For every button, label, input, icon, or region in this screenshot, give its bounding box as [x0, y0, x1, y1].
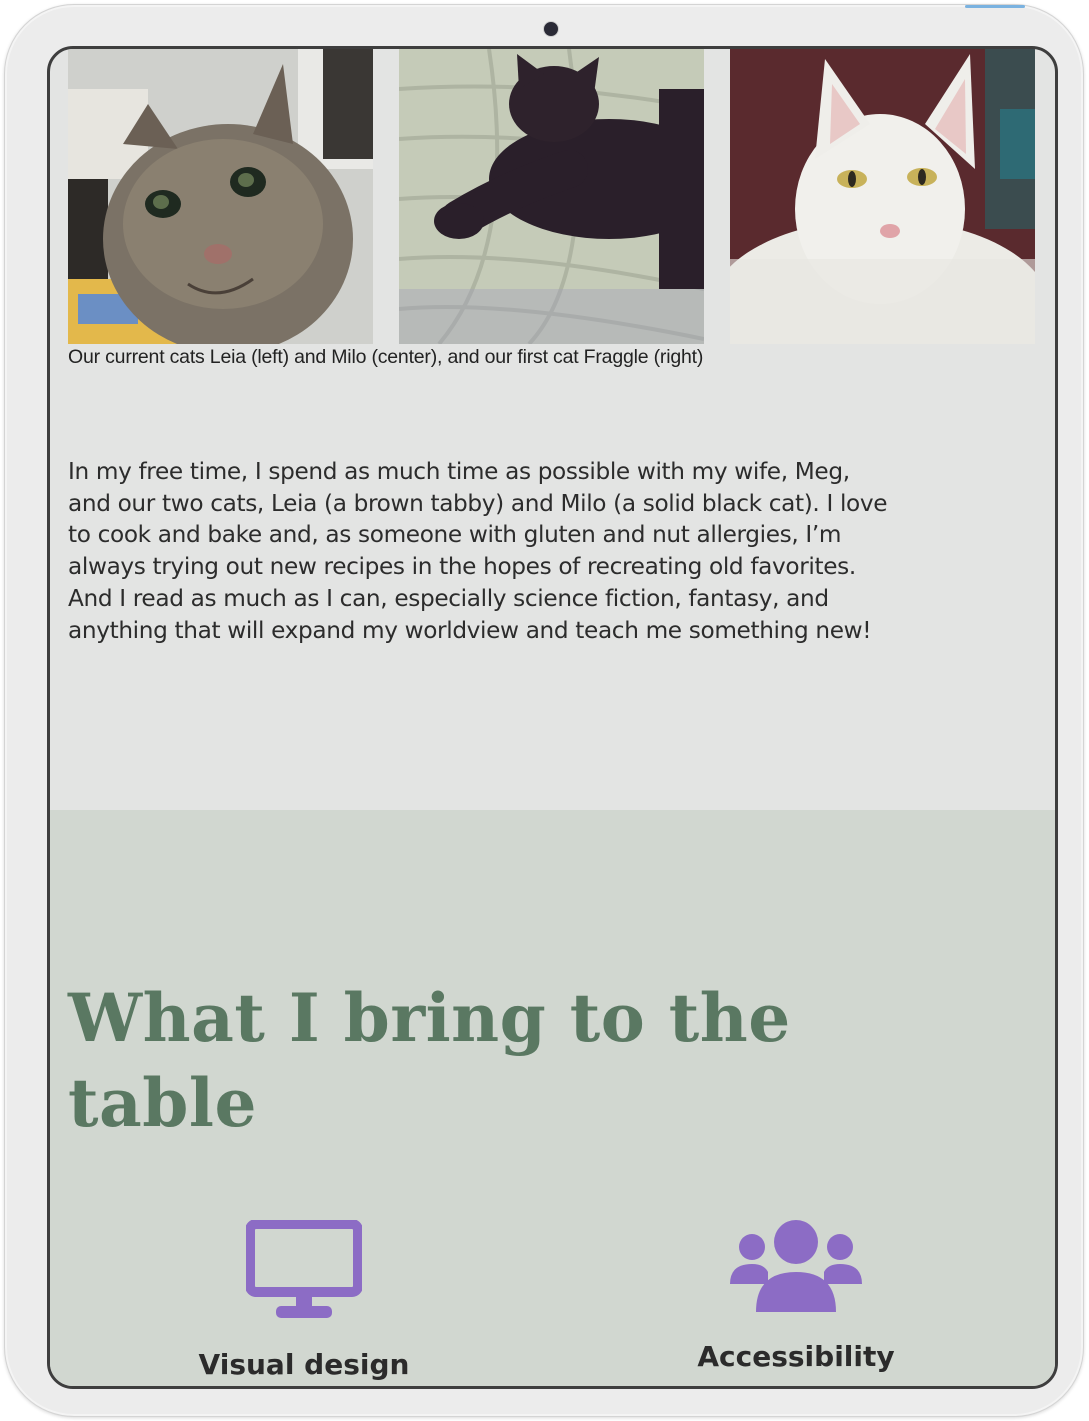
tablet-screen: Our current cats Leia (left) and Milo (c… [47, 46, 1058, 1389]
photo-milo [399, 49, 704, 344]
cat-photo-row [68, 49, 1036, 344]
bio-paragraph: In my free time, I spend as much time as… [68, 456, 1043, 646]
skill-visual-design: Visual design [104, 1220, 504, 1381]
skills-section: What I bring to the table Visual design [50, 810, 1055, 1386]
skill-label: Visual design [198, 1348, 410, 1381]
bio-line: always trying out new recipes in the hop… [68, 553, 856, 581]
tablet-frame: Our current cats Leia (left) and Milo (c… [4, 4, 1084, 1417]
front-camera [543, 21, 559, 37]
heading-line: table [68, 1064, 257, 1142]
skill-accessibility: Accessibility [596, 1220, 996, 1373]
photo-caption: Our current cats Leia (left) and Milo (c… [68, 346, 704, 368]
bio-line: And I read as much as I can, especially … [68, 584, 829, 612]
bio-line: and our two cats, Leia (a brown tabby) a… [68, 489, 888, 517]
bio-line: to cook and bake and, as someone with gl… [68, 521, 842, 549]
heading-line: What I bring to the [68, 979, 791, 1057]
bio-line: In my free time, I spend as much time as… [68, 458, 850, 485]
section-heading: What I bring to the table [68, 976, 968, 1146]
bio-line: anything that will expand my worldview a… [68, 616, 872, 644]
photo-fraggle [730, 49, 1035, 344]
skill-label: Accessibility [697, 1340, 895, 1373]
monitor-icon [246, 1220, 362, 1318]
users-group-icon [730, 1220, 862, 1312]
tablet-side-button [965, 5, 1025, 8]
photo-leia [68, 49, 373, 344]
